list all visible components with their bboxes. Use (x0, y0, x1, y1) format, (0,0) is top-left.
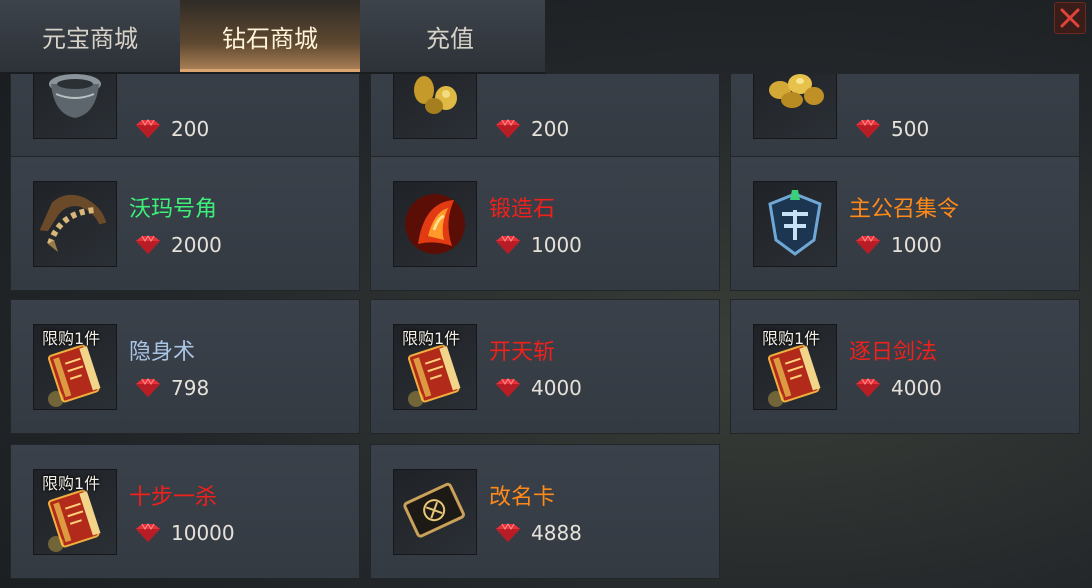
item-price: 4000 (493, 376, 582, 400)
price-value: 2000 (171, 233, 222, 257)
diamond-icon (496, 523, 520, 542)
tab-yuanbao-shop[interactable]: 元宝商城 (0, 0, 180, 72)
item-icon-frame: 限购1件 (753, 324, 837, 410)
gold-nuggets-icon (414, 76, 457, 114)
item-name: 沃玛号角 (129, 197, 218, 222)
item-name: 逐日剑法 (849, 340, 938, 365)
horn-icon (39, 194, 107, 252)
item-price: 500 (853, 117, 929, 141)
diamond-icon (136, 235, 160, 254)
gold-pile-icon (769, 74, 824, 108)
item-price: 2000 (133, 233, 222, 257)
item-price: 4000 (853, 376, 942, 400)
shop-item-card[interactable]: 限购1件隐身术 798 (10, 299, 360, 434)
diamond-icon (496, 235, 520, 254)
purchase-limit-label: 限购1件 (762, 329, 821, 348)
diamond-icon (856, 235, 880, 254)
price-value: 200 (531, 117, 570, 141)
item-icon-frame (33, 74, 117, 139)
item-price: 10000 (133, 521, 235, 545)
item-name: 改名卡 (489, 485, 556, 510)
diamond-icon (496, 119, 520, 138)
item-name: 十步一杀 (129, 485, 218, 510)
price-value: 1000 (891, 233, 942, 257)
shop-item-grid: 200 200 500 沃玛号角 2000 锻造石 1000 主公召集令 1000 限购1件 隐身术… (0, 74, 1092, 588)
price-value: 500 (891, 117, 930, 141)
item-icon-frame (393, 74, 477, 139)
price-value: 798 (171, 376, 210, 400)
item-icon-frame (753, 181, 837, 267)
item-icon-frame (753, 74, 837, 139)
price-value: 4000 (531, 376, 582, 400)
item-icon-frame: 限购1件 (33, 469, 117, 555)
item-price: 1000 (493, 233, 582, 257)
shop-tab-bar: 元宝商城 钻石商城 充值 (0, 0, 545, 74)
item-price: 4888 (493, 521, 582, 545)
shop-item-card[interactable]: 锻造石 1000 (370, 156, 720, 291)
diamond-icon (136, 523, 160, 542)
item-icon-frame (393, 181, 477, 267)
purchase-limit-label: 限购1件 (42, 474, 101, 493)
shop-item-card[interactable]: 限购1件开天斩 4000 (370, 299, 720, 434)
shop-item-card[interactable]: 沃玛号角 2000 (10, 156, 360, 291)
price-value: 200 (171, 117, 210, 141)
item-icon-frame: 限购1件 (33, 324, 117, 410)
rename-card-icon (403, 482, 465, 538)
price-value: 4888 (531, 521, 582, 545)
diamond-icon (136, 119, 160, 138)
shop-item-card[interactable]: 200 (10, 74, 360, 163)
shop-item-card[interactable]: 主公召集令 1000 (730, 156, 1080, 291)
purchase-limit-label: 限购1件 (402, 329, 461, 348)
item-name: 隐身术 (129, 340, 196, 365)
tab-diamond-shop[interactable]: 钻石商城 (180, 0, 360, 72)
item-price: 1000 (853, 233, 942, 257)
summon-token-icon (768, 190, 822, 256)
shop-item-card[interactable]: 限购1件十步一杀 10000 (10, 444, 360, 579)
tab-recharge[interactable]: 充值 (360, 0, 540, 72)
shop-item-card[interactable]: 改名卡 4888 (370, 444, 720, 579)
diamond-icon (856, 378, 880, 397)
price-value: 4000 (891, 376, 942, 400)
item-name: 主公召集令 (849, 197, 960, 222)
item-name: 开天斩 (489, 340, 556, 365)
shop-item-card[interactable]: 限购1件逐日剑法 4000 (730, 299, 1080, 434)
close-button[interactable] (1054, 2, 1086, 34)
item-name: 锻造石 (489, 197, 556, 222)
item-price: 200 (133, 117, 209, 141)
item-icon-frame (393, 469, 477, 555)
purchase-limit-label: 限购1件 (42, 329, 101, 348)
item-price: 200 (493, 117, 569, 141)
item-icon-frame (33, 181, 117, 267)
price-value: 10000 (171, 521, 235, 545)
diamond-icon (496, 378, 520, 397)
close-icon (1060, 8, 1080, 28)
forging-stone-icon (405, 194, 465, 254)
item-icon-frame: 限购1件 (393, 324, 477, 410)
diamond-icon (136, 378, 160, 397)
bronze-cauldron-icon (49, 74, 101, 118)
price-value: 1000 (531, 233, 582, 257)
shop-item-card[interactable]: 500 (730, 74, 1080, 163)
shop-item-card[interactable]: 200 (370, 74, 720, 163)
diamond-icon (856, 119, 880, 138)
item-price: 798 (133, 376, 209, 400)
